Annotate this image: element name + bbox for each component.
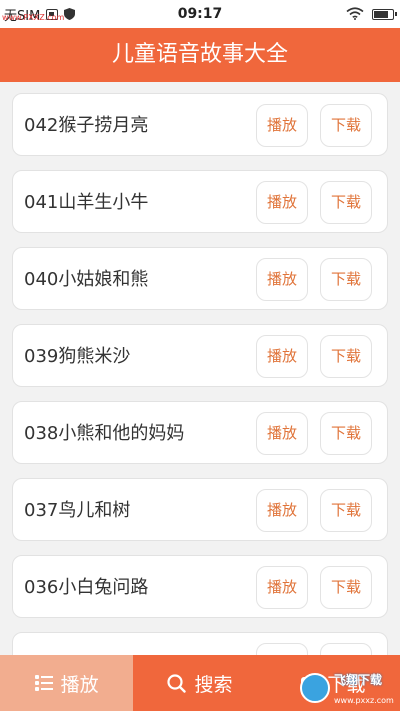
tab-search[interactable]: 搜索 [133,655,266,711]
story-row: 036小白兔问路 播放 下载 [12,555,388,618]
status-right [346,0,397,28]
download-button[interactable]: 下载 [320,335,372,378]
play-button[interactable]: 播放 [256,412,308,455]
tab-play[interactable]: 播放 [0,655,134,711]
download-button[interactable]: 下载 [320,104,372,147]
story-title: 037鸟儿和树 [24,500,131,521]
page-title: 儿童语音故事大全 [111,42,288,67]
tab-label: 搜索 [194,673,233,696]
story-list[interactable]: 042猴子捞月亮 播放 下载 041山羊生小牛 播放 下载 040小姑娘和熊 播… [0,82,400,655]
logo-text: 飞翔下载 [334,673,383,687]
story-row-partial [12,632,388,655]
logo-icon [300,673,330,703]
story-title: 040小姑娘和熊 [24,269,149,290]
clock: 09:17 [177,6,223,22]
battery-icon [372,8,397,20]
play-button[interactable]: 播放 [256,181,308,224]
app-header: 儿童语音故事大全 [0,28,400,82]
play-button[interactable] [256,643,308,655]
status-bar: 无SIM www.PXXZ.com 09:17 [0,0,400,28]
play-button[interactable]: 播放 [256,566,308,609]
download-button[interactable]: 下载 [320,258,372,301]
search-icon [167,673,187,693]
story-row: 038小熊和他的妈妈 播放 下载 [12,401,388,464]
tab-label: 播放 [60,673,99,696]
story-row: 039狗熊米沙 播放 下载 [12,324,388,387]
logo-text-wrap: 飞翔下载 www.pxxz.com [334,669,394,707]
story-title: 036小白兔问路 [24,577,149,598]
story-title: 041山羊生小牛 [24,192,149,213]
story-title: 042猴子捞月亮 [24,115,149,136]
play-button[interactable]: 播放 [256,258,308,301]
play-button[interactable]: 播放 [256,489,308,532]
story-row: 042猴子捞月亮 播放 下载 [12,93,388,156]
download-button[interactable] [320,643,372,655]
story-row: 037鸟儿和树 播放 下载 [12,478,388,541]
play-button[interactable]: 播放 [256,335,308,378]
download-button[interactable]: 下载 [320,489,372,532]
download-button[interactable]: 下载 [320,566,372,609]
story-row: 040小姑娘和熊 播放 下载 [12,247,388,310]
play-button[interactable]: 播放 [256,104,308,147]
story-title: 038小熊和他的妈妈 [24,423,185,444]
wifi-icon [346,5,364,24]
watermark-logo: 飞翔下载 www.pxxz.com [300,668,396,708]
download-button[interactable]: 下载 [320,412,372,455]
list-icon [34,675,53,691]
logo-sub: www.pxxz.com [334,696,394,705]
story-row: 041山羊生小牛 播放 下载 [12,170,388,233]
story-title: 039狗熊米沙 [24,346,131,367]
download-button[interactable]: 下载 [320,181,372,224]
